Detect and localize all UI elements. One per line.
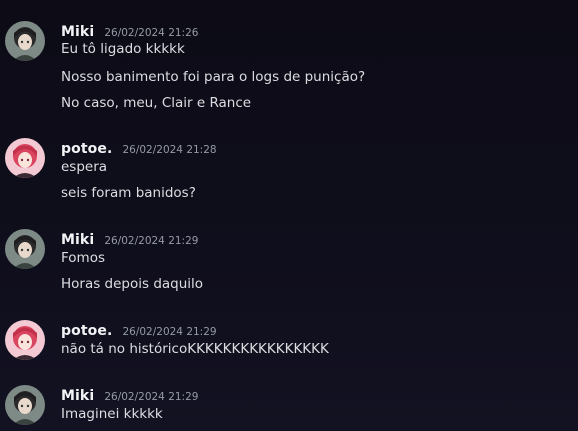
potoe-avatar[interactable] — [5, 138, 45, 178]
username[interactable]: potoe. — [61, 323, 112, 339]
message-line: Imaginei kkkkk — [61, 406, 163, 422]
username[interactable]: Miki — [61, 232, 94, 248]
username[interactable]: Miki — [61, 24, 94, 40]
timestamp[interactable]: 26/02/2024 21:28 — [122, 144, 216, 156]
message-line: espera — [61, 159, 108, 175]
message-line: Fomos — [61, 250, 105, 266]
message-header: Miki 26/02/2024 21:26 — [61, 21, 198, 41]
message-header: Miki 26/02/2024 21:29 — [61, 385, 198, 405]
timestamp[interactable]: 26/02/2024 21:29 — [104, 391, 198, 403]
timestamp[interactable]: 26/02/2024 21:29 — [122, 326, 216, 338]
message-header: Miki 26/02/2024 21:29 — [61, 229, 198, 249]
message-line: não tá no históricoKKKKKKKKKKKKKKKK — [61, 341, 329, 357]
miki-avatar[interactable] — [5, 385, 45, 425]
miki-avatar[interactable] — [5, 229, 45, 269]
message-line: Eu tô ligado kkkkk — [61, 41, 185, 57]
message-line: Horas depois daquilo — [61, 276, 204, 292]
username[interactable]: potoe. — [61, 141, 112, 157]
timestamp[interactable]: 26/02/2024 21:29 — [104, 235, 198, 247]
timestamp[interactable]: 26/02/2024 21:26 — [104, 27, 198, 39]
message-header: potoe. 26/02/2024 21:28 — [61, 138, 217, 158]
message-header: potoe. 26/02/2024 21:29 — [61, 320, 217, 340]
username[interactable]: Miki — [61, 388, 94, 404]
message-line: Nosso banimento foi para o logs de puniç… — [61, 69, 366, 85]
miki-avatar[interactable] — [5, 21, 45, 61]
message-line: seis foram banidos? — [61, 185, 196, 201]
message-line: No caso, meu, Clair e Rance — [61, 95, 252, 111]
chat-message-list: Miki 26/02/2024 21:26 Eu tô ligado kkkkk… — [0, 0, 578, 431]
potoe-avatar[interactable] — [5, 320, 45, 360]
